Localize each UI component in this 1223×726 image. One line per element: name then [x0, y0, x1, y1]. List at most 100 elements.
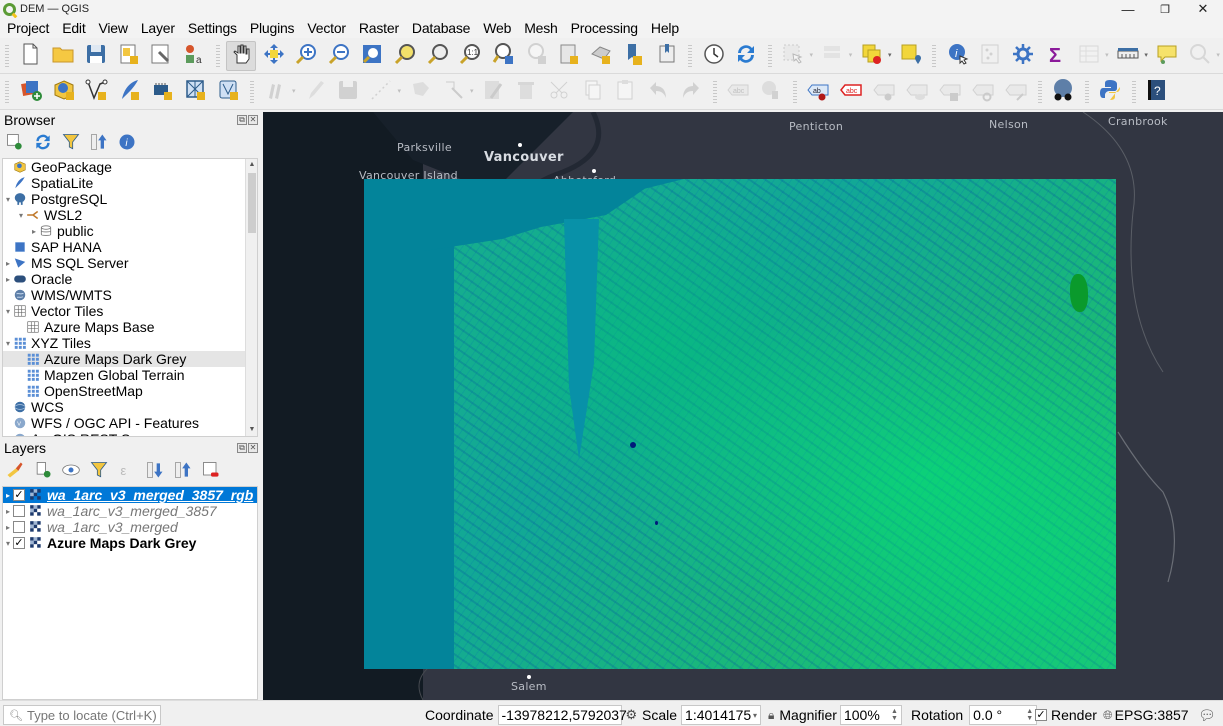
new-bookmark-button[interactable] [619, 41, 649, 71]
menu-view[interactable]: View [92, 20, 134, 36]
layer-visibility-checkbox[interactable] [13, 505, 25, 517]
add-polygon-button[interactable] [406, 77, 436, 107]
scroll-thumb[interactable] [248, 173, 256, 233]
expand-all-icon[interactable] [144, 459, 166, 481]
expanded-arrow-icon[interactable]: ▾ [3, 339, 13, 348]
new-virtual-layer-button[interactable] [181, 77, 211, 107]
toolbar-grip[interactable] [792, 80, 797, 103]
expanded-arrow-icon[interactable]: ▾ [3, 539, 13, 548]
temporal-controller-button[interactable] [699, 41, 729, 71]
minimize-button[interactable]: — [1109, 0, 1147, 18]
collapse-all-icon[interactable] [88, 131, 110, 153]
spin-arrows-icon[interactable]: ▲ ▼ [1026, 708, 1033, 722]
scale-combobox[interactable]: 1:4014175 ▾ [681, 705, 762, 725]
attribute-table-button[interactable]: ▾ [1074, 41, 1109, 71]
zoom-full-button[interactable] [357, 41, 387, 71]
close-panel-button[interactable]: ✕ [248, 115, 258, 125]
menu-web[interactable]: Web [476, 20, 517, 36]
browser-scrollbar[interactable]: ▲ ▼ [245, 159, 257, 436]
menu-raster[interactable]: Raster [352, 20, 405, 36]
toolbar-grip[interactable] [215, 44, 220, 67]
dropdown-arrow-icon[interactable]: ▾ [888, 51, 892, 59]
messages-icon[interactable]: 💬︎ [1198, 707, 1216, 724]
dropdown-arrow-icon[interactable]: ▾ [1216, 51, 1220, 59]
select-features-button[interactable]: ▾ [778, 41, 813, 71]
toolbar-grip[interactable] [1131, 80, 1136, 103]
lock-icon[interactable]: 🔒︎ [768, 708, 774, 723]
collapse-all-icon[interactable] [172, 459, 194, 481]
new-shapefile-layer-button[interactable] [82, 77, 112, 107]
show-bookmarks-button[interactable] [652, 41, 682, 71]
new-print-layout-button[interactable] [114, 41, 144, 71]
layer-labeling-button[interactable]: abc [723, 77, 753, 107]
browser-item[interactable]: ▸ public [3, 223, 257, 239]
vertex-tool-button[interactable]: ▾ [439, 77, 474, 107]
pan-to-selection-button[interactable] [259, 41, 289, 71]
rotation-spinbox[interactable]: 0.0 ° ▲ ▼ [969, 705, 1038, 725]
locator-button[interactable]: ▾ [1185, 41, 1220, 71]
menu-edit[interactable]: Edit [55, 20, 91, 36]
spin-arrows-icon[interactable]: ▲ ▼ [891, 708, 898, 722]
new-map-view-button[interactable] [554, 41, 584, 71]
dropdown-arrow-icon[interactable]: ▾ [470, 87, 474, 95]
data-source-manager-button[interactable] [16, 77, 46, 107]
layer-visibility-checkbox[interactable]: ✓ [13, 537, 25, 549]
move-label-2-button[interactable] [935, 77, 965, 107]
measure-button[interactable]: ▾ [1113, 41, 1148, 71]
remove-layer-icon[interactable] [200, 459, 222, 481]
restore-button[interactable]: ❐ [1146, 0, 1184, 18]
menu-vector[interactable]: Vector [300, 20, 352, 36]
map-tips-button[interactable] [1152, 41, 1182, 71]
style-manager-button[interactable]: a [179, 41, 209, 71]
layer-item[interactable]: ▸ wa_1arc_v3_merged_3857 [3, 503, 257, 519]
new-temporary-layer-button[interactable] [148, 77, 178, 107]
layer-visibility-checkbox[interactable]: ✓ [13, 489, 25, 501]
browser-item[interactable]: SAP HANA [3, 239, 257, 255]
cut-features-button[interactable] [544, 77, 574, 107]
statistical-summary-button[interactable]: Σ [1041, 41, 1071, 71]
toggle-editing-button[interactable] [300, 77, 330, 107]
dropdown-arrow-icon[interactable]: ▾ [292, 87, 296, 95]
digitize-button[interactable]: ▾ [366, 77, 401, 107]
collapsed-arrow-icon[interactable]: ▸ [3, 259, 13, 268]
toolbar-grip[interactable] [688, 44, 693, 67]
browser-item[interactable]: Mapzen Global Terrain [3, 367, 257, 383]
refresh-icon[interactable] [32, 131, 54, 153]
paste-features-button[interactable] [610, 77, 640, 107]
zoom-last-button[interactable] [488, 41, 518, 71]
crs-button[interactable]: EPSG:3857 [1115, 707, 1189, 723]
collapsed-arrow-icon[interactable]: ▸ [3, 507, 13, 516]
save-project-button[interactable] [81, 41, 111, 71]
menu-help[interactable]: Help [644, 20, 685, 36]
layer-item[interactable]: ▸ ✓ wa_1arc_v3_merged_3857_rgb [3, 487, 257, 503]
toolbar-grip[interactable] [932, 44, 937, 67]
chevron-down-icon[interactable]: ▾ [753, 711, 757, 720]
rotate-label-button[interactable] [968, 77, 998, 107]
delete-selected-button[interactable] [511, 77, 541, 107]
new-spatialite-layer-button[interactable] [115, 77, 145, 107]
float-panel-button[interactable]: ⧉ [237, 443, 247, 453]
menu-settings[interactable]: Settings [181, 20, 243, 36]
browser-item[interactable]: ArcGIS REST Servers [3, 431, 257, 436]
current-edits-button[interactable]: ▾ [261, 77, 296, 107]
zoom-out-button[interactable] [324, 41, 354, 71]
add-selected-layers-icon[interactable] [4, 131, 26, 153]
browser-item[interactable]: SpatiaLite [3, 175, 257, 191]
close-panel-button[interactable]: ✕ [248, 443, 258, 453]
toolbar-grip[interactable] [1037, 80, 1042, 103]
layer-visibility-checkbox[interactable] [13, 521, 25, 533]
browser-item[interactable]: ▾ WSL2 [3, 207, 257, 223]
crs-globe-icon[interactable]: 🌐︎ [1103, 708, 1113, 723]
browser-item[interactable]: OpenStreetMap [3, 383, 257, 399]
layout-manager-button[interactable] [147, 41, 177, 71]
toolbar-grip[interactable] [712, 80, 717, 103]
magnifier-spinbox[interactable]: 100% ▲ ▼ [839, 705, 902, 725]
python-console-button[interactable] [1095, 77, 1125, 107]
toolbar-grip[interactable] [5, 44, 9, 67]
layer-item[interactable]: ▾ ✓ Azure Maps Dark Grey [3, 535, 257, 551]
toolbar-grip[interactable] [250, 80, 254, 103]
collapsed-arrow-icon[interactable]: ▸ [3, 491, 13, 500]
browser-item[interactable]: V WFS / OGC API - Features [3, 415, 257, 431]
open-project-button[interactable] [48, 41, 78, 71]
change-label-button[interactable] [1001, 77, 1031, 107]
